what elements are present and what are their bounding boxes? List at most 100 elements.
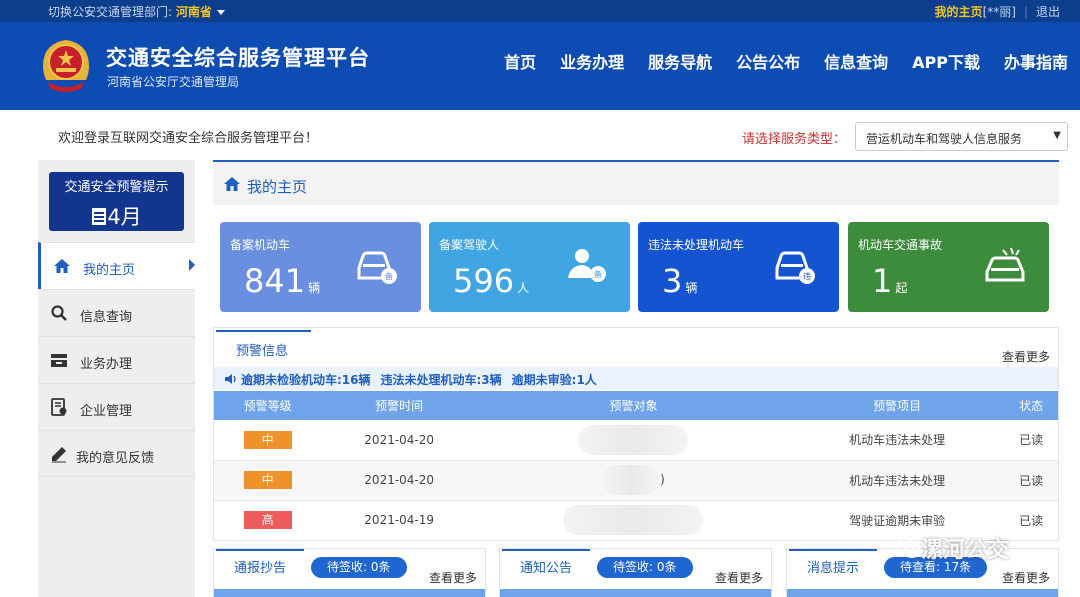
police-emblem-icon bbox=[43, 40, 89, 92]
nav-info-query[interactable]: 信息查询 bbox=[824, 49, 888, 73]
warning-month-value: 4月 bbox=[107, 205, 142, 229]
my-home-link[interactable]: 我的主页 bbox=[935, 5, 983, 19]
level-badge: 中 bbox=[243, 471, 292, 489]
svg-text:备: 备 bbox=[594, 269, 602, 279]
warning-ticker: 逾期未检验机动车:16辆 违法未处理机动车:3辆 逾期未审验:1人 bbox=[214, 367, 1058, 390]
warning-tip-box[interactable]: 交通安全预警提示 4月 bbox=[49, 172, 184, 231]
panel-notices: 通知公告 待签收: 0条 查看更多 bbox=[499, 548, 772, 597]
warnings-panel: 预警信息 查看更多 逾期未检验机动车:16辆 违法未处理机动车:3辆 逾期未审验:1… bbox=[213, 327, 1059, 541]
stat-card-registered-vehicles[interactable]: 备案机动车 841 辆 备 bbox=[220, 222, 421, 312]
sidebar-item-label: 业务办理 bbox=[80, 357, 133, 372]
stat-value: 3辆 bbox=[662, 262, 698, 300]
more-link[interactable]: 查看更多 bbox=[715, 569, 763, 586]
warning-item: 机动车违法未处理 bbox=[789, 460, 1005, 501]
table-header-row: 预警等级 预警时间 预警对象 预警项目 状态 bbox=[214, 391, 1058, 420]
stat-value: 1起 bbox=[872, 262, 908, 300]
column-header: 预警时间 bbox=[321, 391, 478, 420]
redacted-text bbox=[563, 505, 704, 535]
inbox-icon bbox=[51, 354, 67, 367]
table-row[interactable]: 中 2021-04-20 机动车违法未处理 已读 bbox=[214, 420, 1058, 461]
site-header: 交通安全综合服务管理平台 河南省公安厅交通管理局 首页 业务办理 服务导航 公告… bbox=[0, 22, 1080, 110]
stat-label: 备案驾驶人 bbox=[439, 238, 500, 252]
ticker-item[interactable]: 违法未处理机动车:3辆 bbox=[381, 373, 502, 387]
car-badge-icon: 备 bbox=[357, 251, 397, 284]
service-type-value: 营运机动车和驾驶人信息服务 bbox=[866, 132, 1023, 146]
page-title-bar: 我的主页 bbox=[213, 160, 1059, 205]
table-row[interactable]: 中 2021-04-20 ) 机动车违法未处理 已读 bbox=[214, 460, 1058, 501]
sidebar-item-feedback[interactable]: 我的意见反馈 bbox=[38, 430, 195, 477]
redacted-text bbox=[602, 465, 661, 495]
warning-time: 2021-04-20 bbox=[321, 460, 478, 501]
dept-label: 切换公安交通管理部门: bbox=[48, 5, 176, 19]
sidebar-item-label: 企业管理 bbox=[80, 404, 133, 419]
sidebar-item-info-query[interactable]: 信息查询 bbox=[38, 289, 195, 336]
calendar-icon bbox=[92, 208, 107, 225]
service-type-select[interactable]: 营运机动车和驾驶人信息服务 ▼ bbox=[855, 122, 1068, 151]
level-badge: 中 bbox=[243, 430, 292, 449]
service-type-label: 请选择服务类型： bbox=[742, 132, 847, 147]
more-link[interactable]: 查看更多 bbox=[429, 569, 477, 586]
warning-status: 已读 bbox=[1004, 460, 1058, 501]
column-header: 预警对象 bbox=[477, 391, 790, 420]
warning-target bbox=[477, 420, 790, 461]
redacted-text bbox=[578, 424, 689, 455]
warning-time: 2021-04-19 bbox=[321, 500, 478, 541]
column-header: 预警项目 bbox=[789, 391, 1005, 420]
car-violation-icon: 违 bbox=[775, 251, 815, 284]
nav-announcements[interactable]: 公告公布 bbox=[736, 49, 800, 73]
svg-text:违: 违 bbox=[803, 272, 811, 281]
nav-guide[interactable]: 办事指南 bbox=[1004, 49, 1068, 73]
table-header-strip bbox=[500, 589, 771, 597]
panel-circulars: 通报抄告 待签收: 0条 查看更多 bbox=[213, 548, 486, 597]
pending-badge[interactable]: 待签收: 0条 bbox=[597, 557, 693, 578]
warning-target bbox=[477, 500, 790, 541]
page-title: 我的主页 bbox=[247, 178, 308, 196]
warning-tip-title: 交通安全预警提示 bbox=[64, 180, 169, 195]
car-crash-icon bbox=[985, 247, 1025, 282]
sidebar-item-business[interactable]: 业务办理 bbox=[38, 336, 195, 383]
warnings-more-link[interactable]: 查看更多 bbox=[1002, 348, 1050, 365]
column-header: 状态 bbox=[1004, 391, 1058, 420]
dept-switcher[interactable]: 切换公安交通管理部门: 河南省 bbox=[48, 3, 225, 20]
welcome-text: 欢迎登录互联网交通安全综合服务管理平台！ bbox=[58, 131, 319, 146]
more-link[interactable]: 查看更多 bbox=[1002, 569, 1050, 586]
warning-status: 已读 bbox=[1004, 500, 1058, 541]
document-icon bbox=[51, 398, 67, 416]
main-nav: 首页 业务办理 服务导航 公告公布 信息查询 APP下载 办事指南 bbox=[504, 49, 1068, 73]
sidebar-item-label: 我的主页 bbox=[83, 263, 136, 278]
stat-label: 机动车交通事故 bbox=[858, 238, 943, 252]
stat-label: 备案机动车 bbox=[230, 238, 291, 252]
home-icon bbox=[54, 259, 70, 273]
dept-value[interactable]: 河南省 bbox=[176, 5, 212, 19]
ticker-item[interactable]: 逾期未审验:1人 bbox=[512, 373, 597, 387]
sidebar: 交通安全预警提示 4月 我的主页 信息查询 业务办理 企业管理 我的意见反馈 bbox=[38, 160, 195, 597]
nav-service-guide[interactable]: 服务导航 bbox=[648, 49, 712, 73]
top-bar: 切换公安交通管理部门: 河南省 我的主页[**丽] | 退出 bbox=[0, 0, 1080, 22]
stat-value: 841 辆 bbox=[244, 262, 321, 300]
search-icon bbox=[51, 305, 67, 321]
tab-warnings[interactable]: 预警信息 bbox=[216, 330, 311, 362]
stat-card-registered-drivers[interactable]: 备案驾驶人 596 人 备 bbox=[429, 222, 630, 312]
sidebar-item-label: 我的意见反馈 bbox=[76, 451, 155, 466]
sidebar-item-enterprise[interactable]: 企业管理 bbox=[38, 383, 195, 430]
nav-business[interactable]: 业务办理 bbox=[560, 49, 624, 73]
tab-messages[interactable]: 消息提示 bbox=[789, 549, 878, 579]
nav-app-download[interactable]: APP下载 bbox=[912, 49, 980, 73]
nav-home[interactable]: 首页 bbox=[504, 49, 536, 73]
tab-notices[interactable]: 通知公告 bbox=[502, 549, 591, 579]
column-header: 预警等级 bbox=[214, 391, 322, 420]
ticker-item[interactable]: 逾期未检验机动车:16辆 bbox=[241, 373, 371, 387]
stat-card-traffic-accidents[interactable]: 机动车交通事故 1起 bbox=[848, 222, 1049, 312]
stat-card-violation-vehicles[interactable]: 违法未处理机动车 3辆 违 bbox=[638, 222, 839, 312]
user-name: [**丽] bbox=[982, 5, 1016, 19]
sidebar-item-home[interactable]: 我的主页 bbox=[38, 242, 195, 289]
watermark: 漯河公交 bbox=[895, 532, 1009, 564]
warning-target: ) bbox=[477, 460, 790, 501]
logout-link[interactable]: 退出 bbox=[1036, 5, 1060, 19]
caret-down-icon[interactable] bbox=[216, 10, 225, 15]
tab-circulars[interactable]: 通报抄告 bbox=[216, 549, 305, 579]
person-badge-icon: 备 bbox=[568, 249, 606, 282]
warning-item: 机动车违法未处理 bbox=[789, 420, 1005, 461]
warnings-table: 预警等级 预警时间 预警对象 预警项目 状态 中 2021-04-20 机动车违… bbox=[214, 391, 1058, 541]
pending-badge[interactable]: 待签收: 0条 bbox=[311, 557, 407, 578]
